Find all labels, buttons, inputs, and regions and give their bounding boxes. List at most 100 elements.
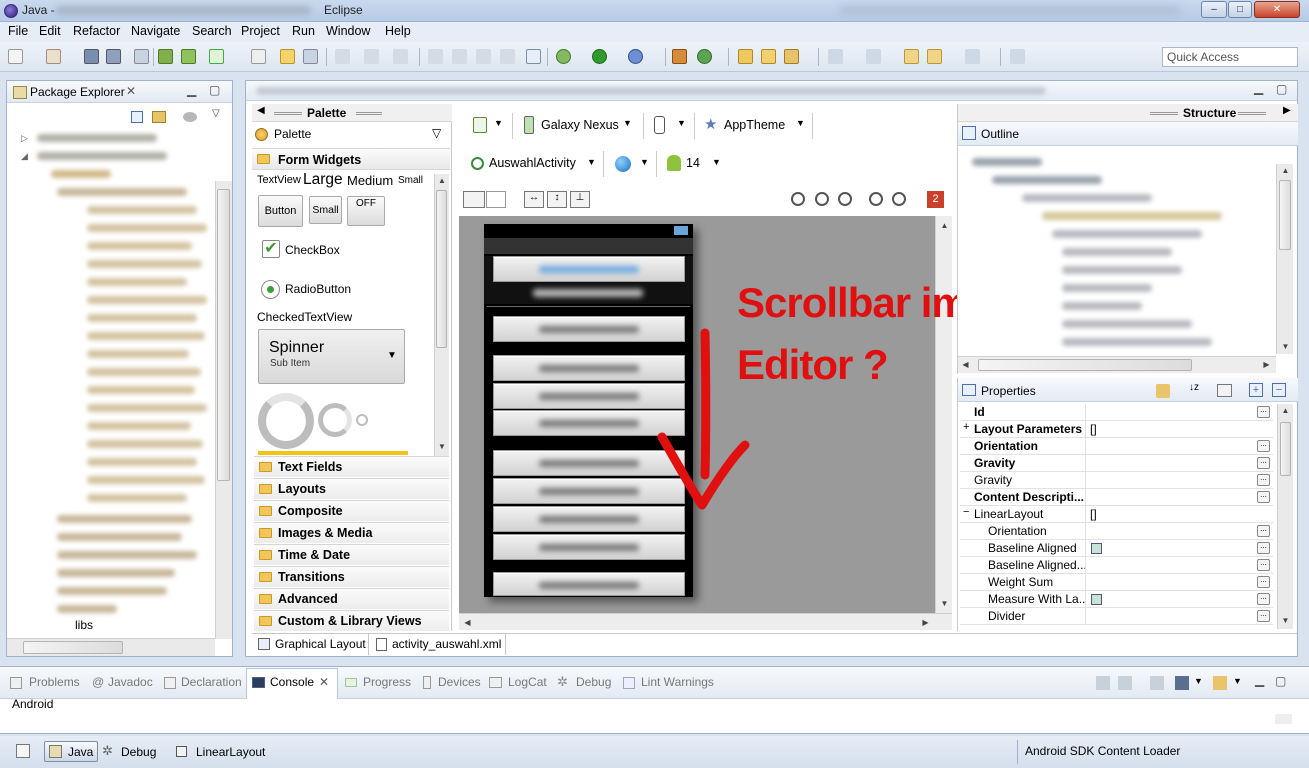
tab-devices[interactable]: Devices	[438, 675, 481, 689]
scroll-left-icon[interactable]: ◀	[463, 618, 472, 627]
perspective-debug-button[interactable]: Debug	[121, 745, 156, 759]
error-count-badge[interactable]: 2	[927, 191, 944, 208]
avd-manager-icon[interactable]	[181, 49, 196, 64]
canvas-vertical-scrollbar[interactable]: ▲ ▼	[935, 216, 952, 613]
category-custom-library-views[interactable]: Custom & Library Views	[254, 610, 449, 631]
structure-collapse-icon[interactable]: ▶	[1283, 105, 1291, 116]
progressbar-large-widget[interactable]	[258, 393, 314, 449]
tree-item-libs[interactable]: libs	[75, 618, 93, 632]
step-into-icon[interactable]	[428, 49, 443, 64]
last-edit-icon[interactable]	[904, 49, 919, 64]
property-row[interactable]: Gravity...	[960, 455, 1273, 472]
property-row[interactable]: Baseline Aligned......	[960, 557, 1273, 574]
edit-value-button[interactable]: ...	[1257, 576, 1270, 588]
step-icon[interactable]	[393, 49, 408, 64]
scroll-right-icon[interactable]: ▶	[921, 618, 930, 627]
scrollbar-thumb[interactable]	[436, 190, 447, 348]
match-height-icon[interactable]: ↕	[547, 191, 567, 208]
new-project-icon[interactable]	[46, 49, 61, 64]
menu-refactor[interactable]: Refactor	[73, 24, 120, 38]
category-form-widgets[interactable]: Form Widgets	[252, 148, 450, 170]
property-row[interactable]: Orientation...	[960, 523, 1273, 540]
property-row[interactable]: Orientation...	[960, 438, 1273, 455]
zoom-100-icon[interactable]	[838, 192, 852, 206]
scrollbar-thumb[interactable]	[23, 641, 123, 654]
progressbar-horizontal-widget[interactable]	[258, 451, 408, 455]
edit-value-button[interactable]: ...	[1257, 559, 1270, 571]
view-dropdown-icon[interactable]: ▽	[212, 108, 220, 119]
refresh-icon[interactable]	[280, 49, 295, 64]
edit-value-button[interactable]: ...	[1257, 491, 1270, 503]
preview-button[interactable]	[493, 534, 685, 560]
category-advanced[interactable]: Advanced	[254, 588, 449, 609]
previous-annotation-icon[interactable]	[866, 49, 881, 64]
menu-file[interactable]: File	[8, 24, 28, 38]
category-layouts[interactable]: Layouts	[254, 478, 449, 499]
display-console-icon[interactable]	[1175, 676, 1189, 690]
new-file-icon[interactable]	[8, 49, 23, 64]
maximize-view-icon[interactable]: ▢	[209, 83, 220, 97]
dropdown-arrow-icon[interactable]: ▼	[494, 118, 503, 128]
maximize-button[interactable]: □	[1228, 1, 1252, 18]
open-type-icon[interactable]	[738, 49, 753, 64]
filter-icon[interactable]	[1217, 384, 1232, 397]
property-value[interactable]: []	[1090, 507, 1097, 521]
scroll-down-icon[interactable]: ▼	[1281, 616, 1290, 625]
scroll-lock-icon[interactable]	[1118, 676, 1132, 690]
outline-tree[interactable]	[962, 150, 1278, 358]
new-java-package-icon[interactable]	[672, 49, 687, 64]
device-selector[interactable]: Galaxy Nexus	[541, 118, 619, 132]
margin-icon[interactable]: ⊥	[570, 191, 590, 208]
zoom-in-icon[interactable]	[892, 192, 906, 206]
tree-collapse-icon[interactable]: ◢	[21, 151, 28, 162]
activity-selector[interactable]: AuswahlActivity	[489, 156, 576, 170]
orientation-icon[interactable]	[654, 116, 665, 134]
theme-dropdown-icon[interactable]: ▼	[796, 118, 805, 128]
forward-icon[interactable]	[965, 49, 980, 64]
back-icon[interactable]	[927, 49, 942, 64]
tab-problems[interactable]: Problems	[29, 675, 80, 689]
terminate-icon[interactable]	[476, 49, 491, 64]
large-text-widget[interactable]: Large	[303, 171, 343, 189]
theme-selector[interactable]: AppTheme	[724, 118, 785, 132]
property-row[interactable]: Content Descripti......	[960, 489, 1273, 506]
category-time-date[interactable]: Time & Date	[254, 544, 449, 565]
layout-vertical-icon[interactable]	[463, 191, 485, 208]
tab-javadoc[interactable]: Javadoc	[108, 675, 153, 689]
scrollbar-thumb[interactable]	[217, 189, 230, 481]
view-menu-icon[interactable]	[183, 112, 197, 122]
save-all-icon[interactable]	[106, 49, 121, 64]
edit-value-button[interactable]: ...	[1257, 440, 1270, 452]
button-widget[interactable]: Button	[258, 195, 303, 227]
checkbox-icon[interactable]	[1091, 543, 1102, 554]
suspend-icon[interactable]	[452, 49, 467, 64]
open-console-icon[interactable]	[1213, 676, 1227, 690]
category-images-media[interactable]: Images & Media	[254, 522, 449, 543]
tab-xml[interactable]: activity_auswahl.xml	[370, 634, 506, 655]
disconnect-icon[interactable]	[500, 49, 515, 64]
debug-icon[interactable]	[556, 49, 571, 64]
minimize-editor-icon[interactable]: ▁	[1254, 81, 1263, 95]
redo-icon[interactable]	[364, 49, 379, 64]
collapse-all-icon[interactable]	[131, 111, 143, 123]
menu-navigate[interactable]: Navigate	[131, 24, 180, 38]
scrollbar-thumb[interactable]	[1280, 422, 1291, 476]
link-with-editor-icon[interactable]	[152, 111, 166, 123]
scroll-up-icon[interactable]: ▲	[1281, 166, 1290, 175]
checkbox-icon[interactable]	[1091, 594, 1102, 605]
new-java-class-icon[interactable]	[697, 49, 712, 64]
preview-button[interactable]	[493, 572, 685, 596]
small-button-widget[interactable]: Small	[309, 196, 342, 224]
scrollbar-thumb[interactable]	[978, 359, 1192, 371]
close-console-icon[interactable]: ✕	[319, 675, 329, 689]
menu-search[interactable]: Search	[192, 24, 232, 38]
preview-button[interactable]	[493, 256, 685, 282]
tab-console[interactable]: Console	[270, 675, 314, 689]
scroll-up-icon[interactable]: ▲	[940, 221, 949, 230]
zoom-fit-icon[interactable]	[815, 192, 829, 206]
clear-console-icon[interactable]	[1096, 676, 1110, 690]
progressbar-normal-widget[interactable]	[318, 403, 352, 437]
run-icon[interactable]	[592, 49, 607, 64]
locale-dropdown-icon[interactable]: ▼	[640, 157, 649, 167]
sort-alphabetical-icon[interactable]: ↓z	[1186, 382, 1202, 398]
